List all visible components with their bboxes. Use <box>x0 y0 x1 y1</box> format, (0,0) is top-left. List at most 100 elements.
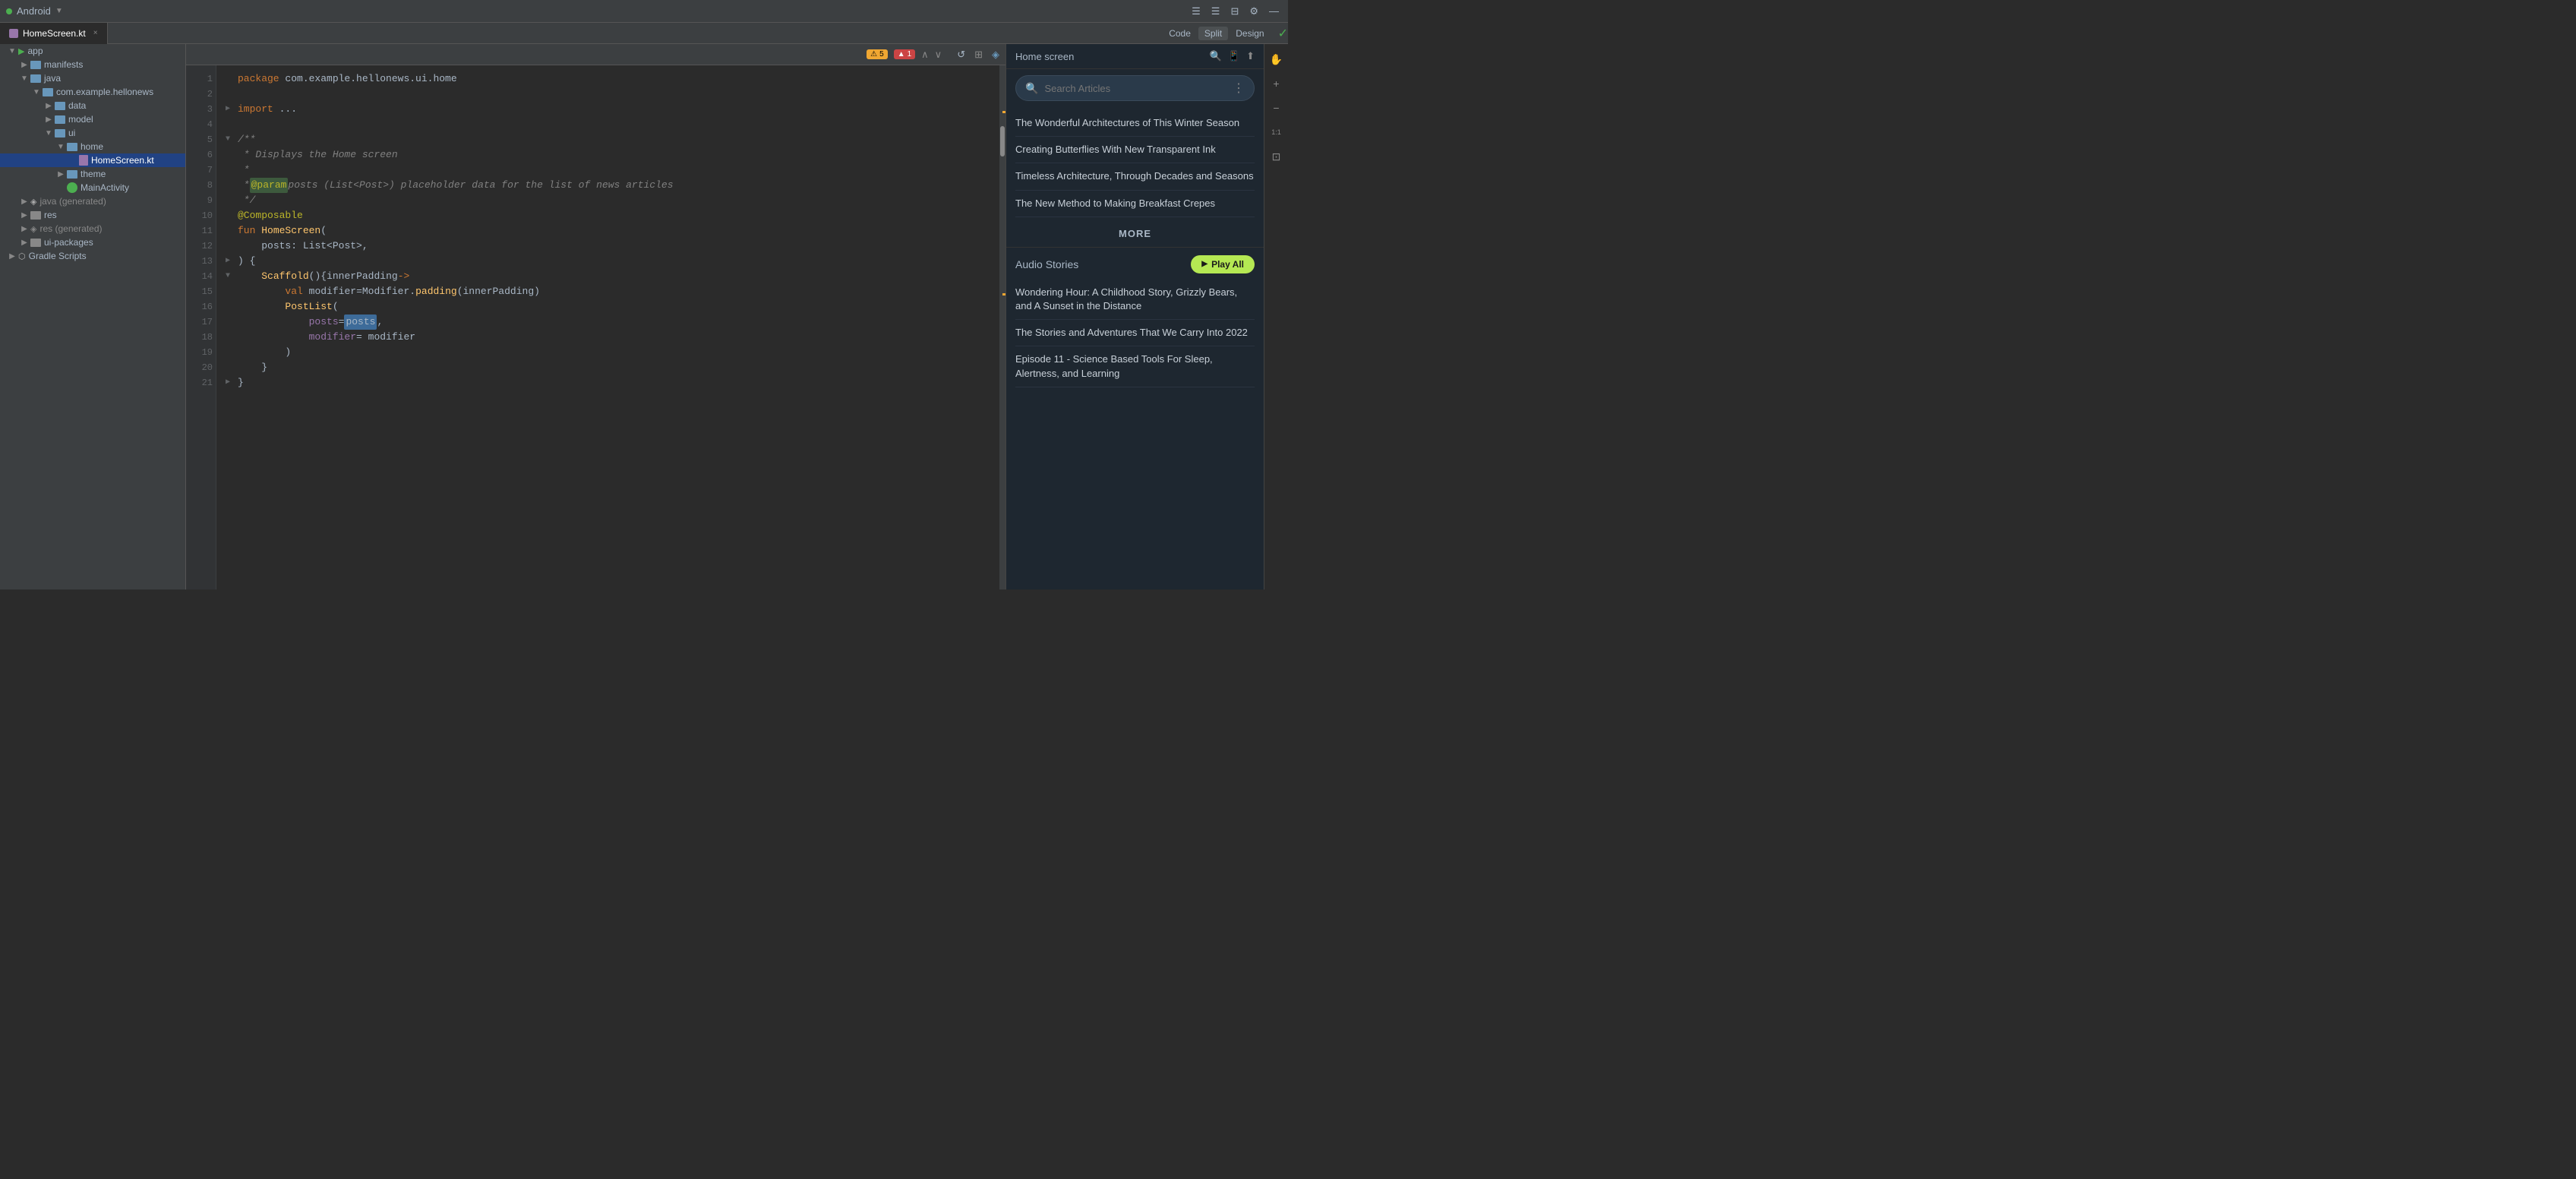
hand-tool-button[interactable]: ✋ <box>1267 50 1286 68</box>
article-search-input[interactable] <box>1044 83 1226 94</box>
top-toolbar: Android ▼ ☰ ☰ ⊟ ⚙ — <box>0 0 1288 23</box>
sidebar-item-homescreen-kt[interactable]: HomeScreen.kt <box>0 153 185 167</box>
sidebar-item-data[interactable]: ▶ data <box>0 99 185 112</box>
sidebar-item-label: com.example.hellonews <box>56 87 153 97</box>
sidebar-item-ui-packages[interactable]: ▶ ui-packages <box>0 235 185 249</box>
inner-padding: innerPadding <box>327 269 398 284</box>
sidebar-item-theme[interactable]: ▶ theme <box>0 167 185 181</box>
tab-bar: HomeScreen.kt × Code Split Design ✓ <box>0 23 1288 44</box>
android-label: Android <box>17 5 51 17</box>
tree-arrow-icon: ▼ <box>18 74 30 83</box>
sidebar-item-package[interactable]: ▼ com.example.hellonews <box>0 85 185 99</box>
share-panel-icon[interactable]: ⬆ <box>1246 50 1255 62</box>
chevron-down-icon[interactable]: ∨ <box>935 49 942 61</box>
scaffold-body: { <box>320 269 327 284</box>
code-line-21: ▶ } <box>226 375 990 390</box>
sidebar-item-ui[interactable]: ▼ ui <box>0 126 185 140</box>
split-icon[interactable]: ⊟ <box>1227 4 1242 19</box>
article-search-bar[interactable]: 🔍 ⋮ <box>1015 75 1255 101</box>
zoom-out-button[interactable]: − <box>1267 99 1286 117</box>
phone-panel-icon[interactable]: 📱 <box>1228 50 1240 62</box>
gradle-icon: ⬡ <box>18 251 26 261</box>
modifier-var: modifier <box>309 284 356 299</box>
sidebar-item-home[interactable]: ▼ home <box>0 140 185 153</box>
sidebar-item-res-generated[interactable]: ▶ ◈ res (generated) <box>0 222 185 235</box>
audio-title-text: Episode 11 - Science Based Tools For Sle… <box>1015 353 1213 378</box>
folder-icon <box>43 88 53 96</box>
code-content[interactable]: package com.example.hellonews.ui.home ▶ … <box>216 65 999 590</box>
tab-homescreen[interactable]: HomeScreen.kt × <box>0 23 108 44</box>
fold-icon[interactable]: ▶ <box>226 375 238 390</box>
tab-close-button[interactable]: × <box>93 29 98 37</box>
audio-section: Audio Stories ▶ Play All Wondering Hour:… <box>1006 247 1264 395</box>
code-mode-button[interactable]: Code <box>1163 27 1197 40</box>
layers-icon[interactable]: ◈ <box>992 49 999 61</box>
design-mode-button[interactable]: Design <box>1230 27 1270 40</box>
fit-screen-button[interactable]: ⊡ <box>1267 147 1286 166</box>
code-line-12: posts: List<Post>, <box>226 239 990 254</box>
code-line-7: * <box>226 163 990 178</box>
search-panel-icon[interactable]: 🔍 <box>1210 50 1222 62</box>
refresh-icon[interactable]: ↺ <box>957 49 965 61</box>
folder-icon <box>67 170 77 179</box>
zoom-ratio-button[interactable]: 1:1 <box>1267 123 1286 141</box>
sidebar-item-gradle[interactable]: ▶ ⬡ Gradle Scripts <box>0 249 185 263</box>
article-item-4[interactable]: The New Method to Making Breakfast Crepe… <box>1015 191 1255 217</box>
list-icon[interactable]: ☰ <box>1208 4 1223 19</box>
res-generated-icon: ◈ <box>30 224 36 234</box>
split-mode-button[interactable]: Split <box>1198 27 1228 40</box>
modifier-param-name: modifier <box>309 330 356 345</box>
comment-text: * <box>238 178 250 193</box>
settings-icon[interactable]: ⚙ <box>1246 4 1261 19</box>
sidebar-item-app[interactable]: ▼ ▶ app <box>0 44 185 58</box>
article-item-3[interactable]: Timeless Architecture, Through Decades a… <box>1015 163 1255 190</box>
search-more-icon[interactable]: ⋮ <box>1233 81 1245 96</box>
article-item-1[interactable]: The Wonderful Architectures of This Wint… <box>1015 110 1255 137</box>
sidebar-item-res[interactable]: ▶ res <box>0 208 185 222</box>
sidebar-item-label: java <box>44 73 61 84</box>
comment-text: /** <box>238 132 255 147</box>
scrollbar-thumb[interactable] <box>1000 126 1005 156</box>
comment-text: * <box>238 163 250 178</box>
folder-icon <box>30 74 41 83</box>
audio-item-2[interactable]: The Stories and Adventures That We Carry… <box>1015 320 1255 346</box>
article-item-2[interactable]: Creating Butterflies With New Transparen… <box>1015 137 1255 163</box>
code-line-11: fun HomeScreen( <box>226 223 990 239</box>
zoom-in-button[interactable]: + <box>1267 74 1286 93</box>
layout-icon[interactable]: ⊞ <box>974 49 983 61</box>
more-articles-button[interactable]: MORE <box>1006 220 1264 247</box>
menu-icon[interactable]: ☰ <box>1189 4 1204 19</box>
dropdown-arrow-icon[interactable]: ▼ <box>55 7 63 15</box>
code-line-16: PostList( <box>226 299 990 315</box>
close-paren: ) { <box>238 254 255 269</box>
sidebar-item-manifests[interactable]: ▶ manifests <box>0 58 185 71</box>
sidebar-item-label: MainActivity <box>80 182 129 193</box>
sidebar-item-java-generated[interactable]: ▶ ◈ java (generated) <box>0 194 185 208</box>
fold-icon[interactable]: ▶ <box>226 254 238 269</box>
postlist-call: PostList <box>285 299 332 315</box>
sidebar-item-model[interactable]: ▶ model <box>0 112 185 126</box>
article-title: The New Method to Making Breakfast Crepe… <box>1015 198 1215 209</box>
chevron-up-icon[interactable]: ∧ <box>921 49 929 61</box>
audio-item-3[interactable]: Episode 11 - Science Based Tools For Sle… <box>1015 346 1255 387</box>
modifier-call: Modifier. <box>362 284 415 299</box>
fold-icon[interactable]: ▼ <box>226 132 238 147</box>
tree-arrow-icon: ▶ <box>18 211 30 220</box>
fold-icon[interactable]: ▼ <box>226 269 238 284</box>
sidebar-item-label: app <box>27 46 43 56</box>
fold-icon[interactable]: ▶ <box>226 102 238 117</box>
tree-arrow-icon: ▶ <box>18 198 30 206</box>
code-line-1: package com.example.hellonews.ui.home <box>226 71 990 87</box>
sidebar-item-java[interactable]: ▼ java <box>0 71 185 85</box>
tree-arrow-icon: ▶ <box>18 225 30 233</box>
audio-item-1[interactable]: Wondering Hour: A Childhood Story, Grizz… <box>1015 280 1255 320</box>
vertical-scrollbar[interactable] <box>999 65 1005 590</box>
play-all-button[interactable]: ▶ Play All <box>1191 255 1255 273</box>
folder-icon <box>30 211 41 220</box>
sidebar-item-label: java (generated) <box>39 196 106 207</box>
keyword-fun: fun <box>238 223 255 239</box>
zoom-panel: ✋ + − 1:1 ⊡ <box>1264 44 1288 590</box>
sidebar-item-mainactivity[interactable]: MainActivity <box>0 181 185 194</box>
code-line-9: */ <box>226 193 990 208</box>
minimize-icon[interactable]: — <box>1266 4 1282 18</box>
